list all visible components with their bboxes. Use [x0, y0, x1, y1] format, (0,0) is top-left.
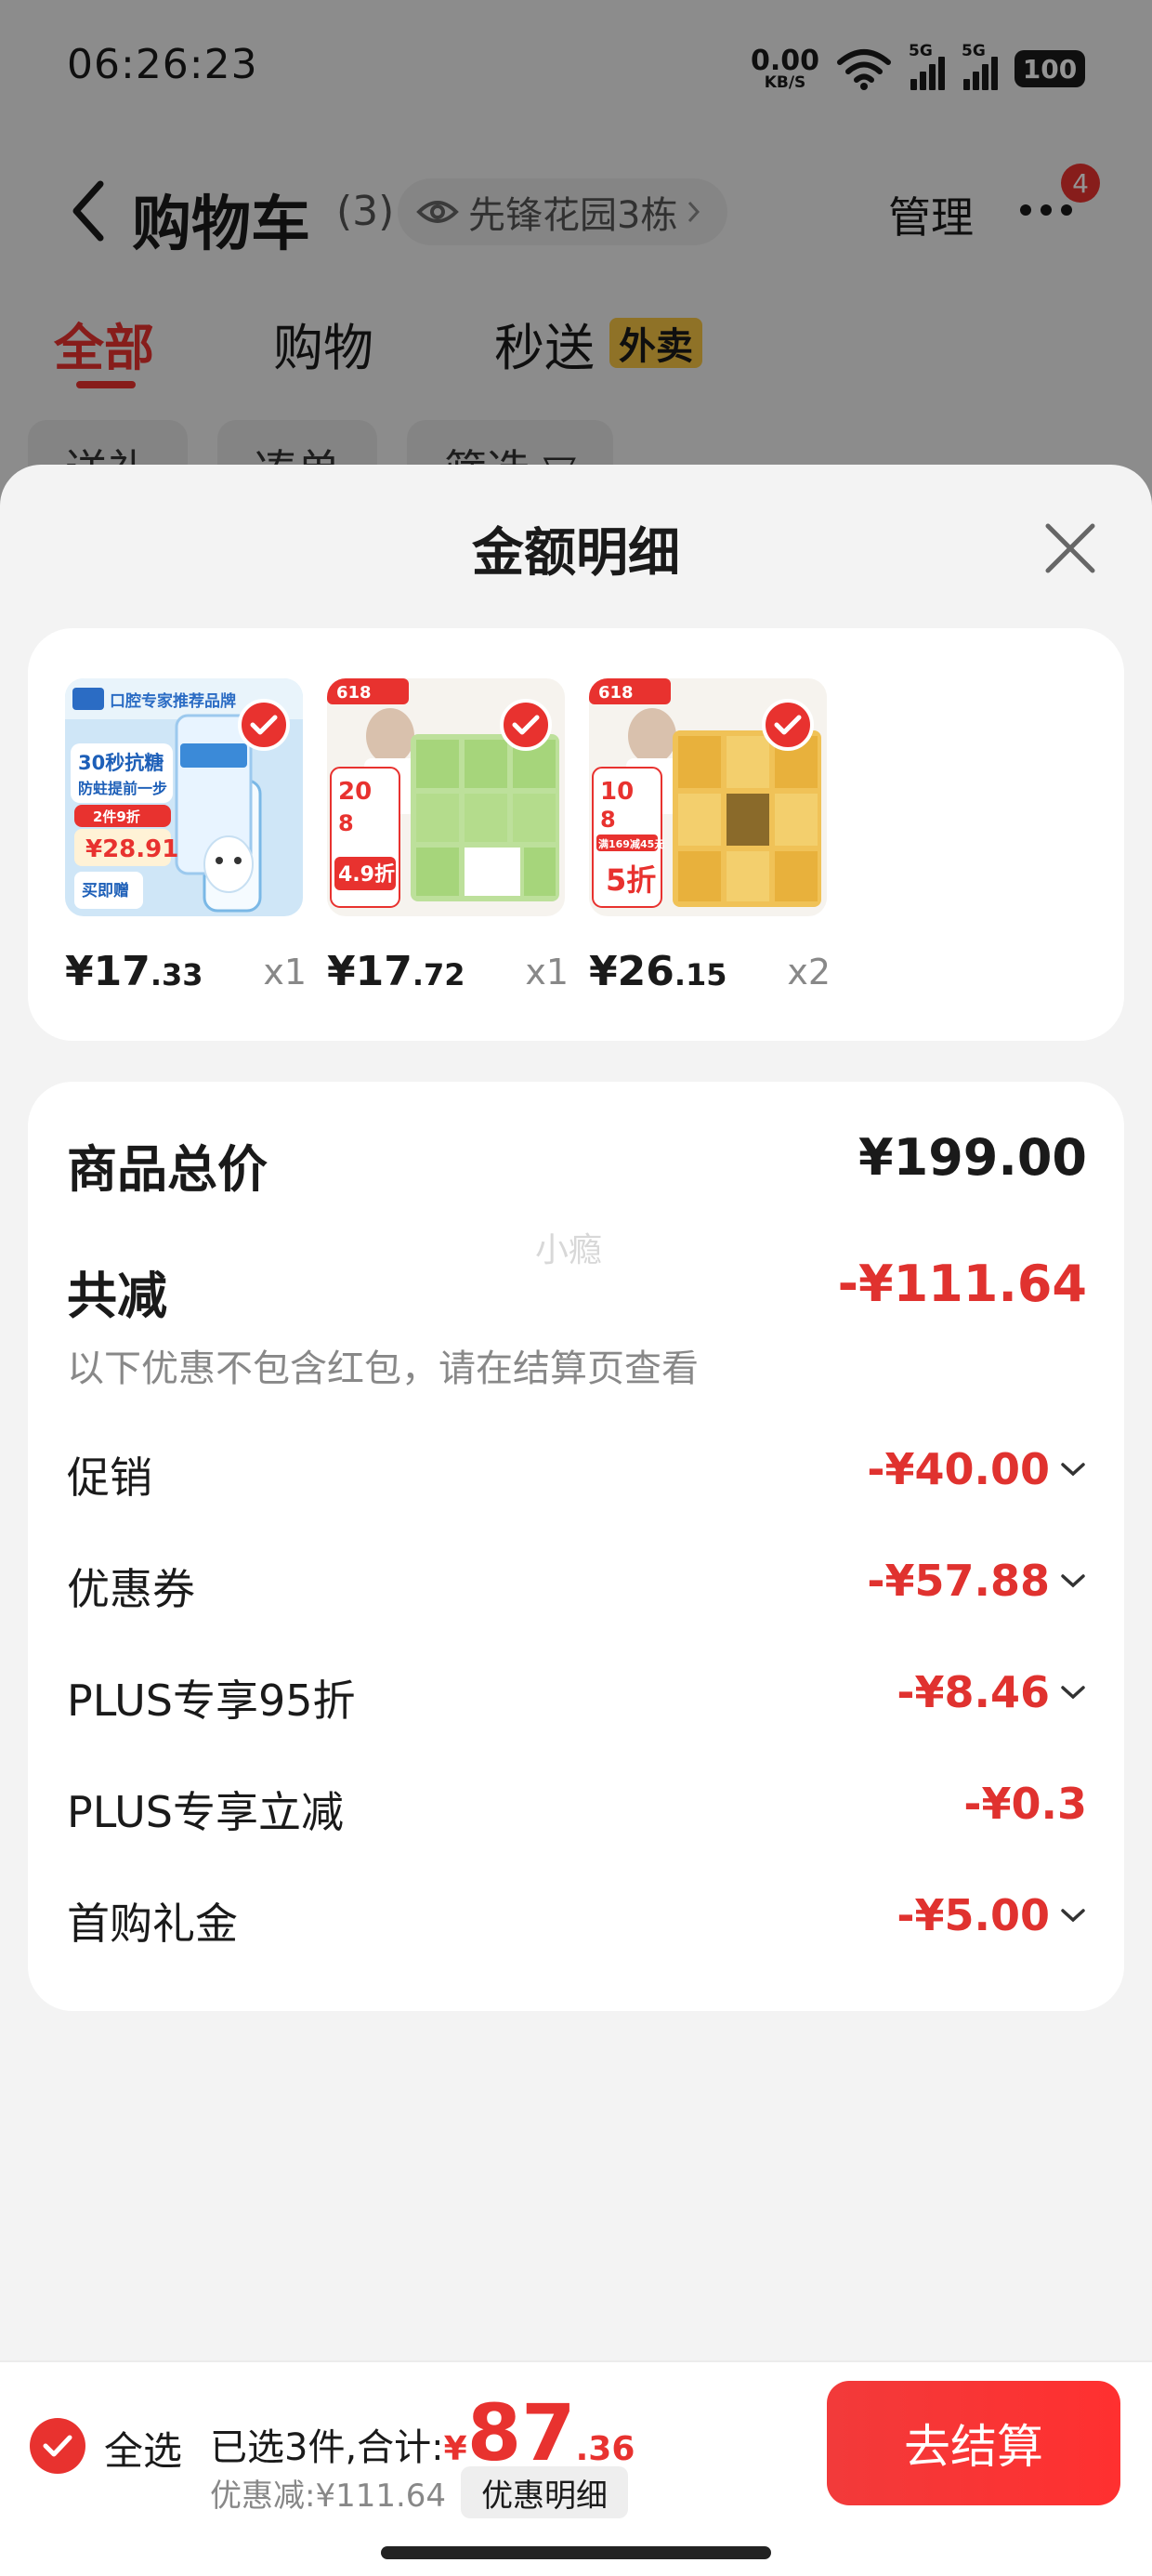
amount-detail-sheet: 金额明细 口腔专家推荐品牌 30秒抗糖 防蛀提前一步 2件9折 ¥28.91 买… — [0, 465, 1152, 2576]
discount-detail-button[interactable]: 优惠明细 — [461, 2466, 629, 2518]
sheet-title: 金额明细 — [472, 523, 680, 584]
product-image: 口腔专家推荐品牌 30秒抗糖 防蛀提前一步 2件9折 ¥28.91 买即赠 — [65, 678, 303, 916]
discount-label: 促销 — [67, 1452, 152, 1503]
check-icon — [43, 2435, 72, 2457]
discount-row-coupon[interactable]: 优惠券 -¥57.88 — [67, 1556, 1087, 1630]
select-all-label[interactable]: 全选 — [104, 2420, 182, 2477]
product-image: 618 20 8 4.9折 — [327, 678, 565, 916]
selected-check-icon[interactable] — [238, 699, 290, 751]
total-reduction-label: 共减 — [67, 1267, 167, 1325]
product3-image-line2: 8 — [600, 807, 616, 833]
product-price: ¥17.72 — [327, 948, 465, 995]
product2-image-line1: 20 — [338, 778, 372, 806]
chevron-down-icon[interactable] — [1059, 1683, 1087, 1702]
discount-label: 首购礼金 — [67, 1899, 238, 1949]
total-reduction-row: 共减 -¥111.64 — [67, 1255, 1087, 1329]
reduction-note: 以下优惠不包含红包，请在结算页查看 — [67, 1347, 699, 1390]
total-integer: 87 — [466, 2387, 576, 2478]
price-summary-card: 小瘾 商品总价 ¥199.00 共减 -¥111.64 以下优惠不包含红包，请在… — [28, 1082, 1124, 2011]
discount-amount: -¥0.3 — [963, 1779, 1087, 1829]
price-integer: ¥26 — [589, 948, 674, 995]
discount-label: 优惠券 — [67, 1564, 195, 1614]
discount-amount: -¥5.00 — [897, 1890, 1050, 1940]
discount-row-plus-instant: PLUS专享立减 -¥0.3 — [67, 1779, 1087, 1853]
discount-value: -¥0.3 — [963, 1779, 1087, 1829]
product2-image-tag: 618 — [336, 683, 372, 703]
product-item[interactable]: 618 10 8 满169减45元 5折 ¥26.15 x2 — [589, 678, 831, 995]
product-price: ¥17.33 — [65, 948, 203, 995]
total-price-amount: ¥199.00 — [858, 1128, 1087, 1187]
discount-amount: -¥57.88 — [867, 1556, 1050, 1606]
product3-image-tag: 618 — [598, 683, 634, 703]
discount-value: -¥40.00 — [867, 1444, 1087, 1494]
discount-amount: -¥40.00 — [867, 1444, 1050, 1494]
close-icon[interactable] — [1041, 519, 1100, 578]
discount-row-plus-95[interactable]: PLUS专享95折 -¥8.46 — [67, 1667, 1087, 1741]
price-integer: ¥17 — [327, 948, 412, 995]
product-image: 618 10 8 满169减45元 5折 — [589, 678, 827, 916]
discount-label: PLUS专享95折 — [67, 1676, 356, 1726]
chevron-down-icon[interactable] — [1059, 1906, 1087, 1925]
product3-image-line1: 10 — [600, 778, 634, 806]
home-indicator[interactable] — [381, 2546, 771, 2559]
product-quantity: x2 — [787, 952, 831, 992]
discount-summary: 优惠减:¥111.64 优惠明细 — [210, 2466, 629, 2518]
total-price-row: 商品总价 ¥199.00 — [67, 1128, 1087, 1203]
discount-label: PLUS专享立减 — [67, 1787, 344, 1837]
selected-check-icon[interactable] — [500, 699, 552, 751]
selected-total: 已选3件,合计: ¥ 87 .36 — [210, 2394, 635, 2472]
price-decimal: .33 — [150, 957, 203, 992]
chevron-down-icon[interactable] — [1059, 1571, 1087, 1590]
product-quantity: x1 — [263, 952, 307, 992]
discount-amount: -¥8.46 — [897, 1667, 1050, 1717]
product1-image-promo: 2件9折 — [93, 808, 140, 825]
price-integer: ¥17 — [65, 948, 151, 995]
price-decimal: .72 — [412, 957, 465, 992]
product1-image-title: 30秒抗糖 — [78, 752, 164, 774]
selected-check-icon[interactable] — [762, 699, 814, 751]
discount-row-first-purchase[interactable]: 首购礼金 -¥5.00 — [67, 1890, 1087, 1965]
total-price-label: 商品总价 — [67, 1140, 268, 1199]
product1-image-brand: 口腔专家推荐品牌 — [110, 691, 236, 711]
product1-image-gift: 买即赠 — [82, 881, 129, 900]
discount-value: -¥8.46 — [897, 1667, 1087, 1717]
select-all-checkbox[interactable] — [30, 2418, 85, 2474]
total-decimal: .36 — [575, 2430, 635, 2468]
chevron-down-icon[interactable] — [1059, 1460, 1087, 1479]
total-reduction-amount: -¥111.64 — [837, 1255, 1087, 1313]
discount-value: -¥57.88 — [867, 1556, 1087, 1606]
product-item[interactable]: 口腔专家推荐品牌 30秒抗糖 防蛀提前一步 2件9折 ¥28.91 买即赠 ¥1… — [65, 678, 307, 995]
product1-image-price: ¥28.91 — [85, 835, 178, 863]
product-price: ¥26.15 — [589, 948, 727, 995]
selected-products-card: 口腔专家推荐品牌 30秒抗糖 防蛀提前一步 2件9折 ¥28.91 买即赠 ¥1… — [28, 628, 1124, 1041]
price-decimal: .15 — [674, 957, 727, 992]
product-quantity: x1 — [525, 952, 569, 992]
discount-summary-text: 优惠减:¥111.64 — [210, 2477, 447, 2515]
selected-count-text: 已选3件,合计: — [210, 2426, 444, 2469]
product3-image-promo: 满169减45元 — [598, 837, 664, 850]
checkout-button[interactable]: 去结算 — [827, 2381, 1120, 2505]
total-reduction-value: -¥111.64 — [838, 1255, 1087, 1313]
discount-value: -¥5.00 — [897, 1890, 1087, 1940]
product-item[interactable]: 618 20 8 4.9折 ¥17.72 x1 — [327, 678, 569, 995]
product2-image-discount: 4.9折 — [338, 863, 395, 887]
product2-image-line2: 8 — [338, 810, 354, 836]
checkout-bar: 全选 已选3件,合计: ¥ 87 .36 优惠减:¥111.64 优惠明细 去结… — [0, 2360, 1152, 2576]
total-price-value: ¥199.00 — [858, 1128, 1087, 1187]
product1-image-subtitle: 防蛀提前一步 — [78, 780, 167, 797]
product3-image-discount: 5折 — [606, 862, 656, 898]
total-currency: ¥ — [443, 2430, 467, 2468]
discount-row-promotion[interactable]: 促销 -¥40.00 — [67, 1444, 1087, 1518]
